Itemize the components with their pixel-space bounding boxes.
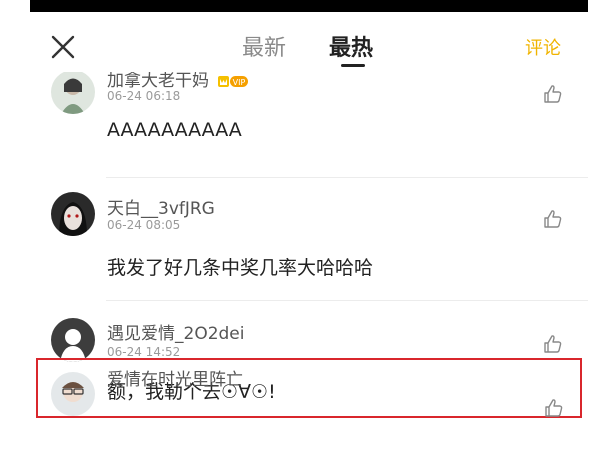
- comment-text: 我发了好几条中奖几率大哈哈哈: [107, 257, 374, 279]
- like-icon[interactable]: [544, 398, 564, 418]
- close-icon[interactable]: [50, 34, 76, 60]
- comment-button[interactable]: 评论: [525, 34, 561, 60]
- tab-hottest[interactable]: 最热: [329, 30, 373, 62]
- highlighted-comment: 爱情在时光里阵亡: [36, 358, 582, 418]
- vip-badge-text: VIP: [233, 78, 246, 87]
- list-item: 加拿大老干妈 VIP 06-24 06:18 AAAAAAAAAA: [30, 72, 588, 178]
- avatar[interactable]: [51, 318, 95, 362]
- like-icon[interactable]: [543, 334, 563, 354]
- divider: [106, 300, 588, 301]
- comment-time: 06-24 06:18: [107, 89, 181, 103]
- status-bar: [30, 0, 588, 12]
- list-item: 天白__3vfJRG 06-24 08:05 我发了好几条中奖几率大哈哈哈: [30, 178, 588, 302]
- username[interactable]: 遇见爱情_2O2dei: [107, 319, 245, 344]
- vip-badge-icon: VIP: [218, 75, 249, 87]
- avatar[interactable]: [51, 372, 95, 416]
- tab-newest[interactable]: 最新: [242, 30, 286, 62]
- comment-time: 06-24 14:52: [107, 345, 181, 359]
- username[interactable]: 天白__3vfJRG: [107, 194, 215, 219]
- avatar[interactable]: [51, 72, 95, 114]
- comment-time: 06-24 08:05: [107, 218, 181, 232]
- like-icon[interactable]: [543, 84, 563, 104]
- header: 最新 最热 评论: [0, 12, 600, 72]
- like-icon[interactable]: [543, 209, 563, 229]
- avatar[interactable]: [51, 192, 95, 236]
- username[interactable]: 爱情在时光里阵亡: [107, 365, 243, 390]
- active-tab-indicator: [341, 64, 365, 67]
- comment-text: AAAAAAAAAA: [107, 119, 242, 141]
